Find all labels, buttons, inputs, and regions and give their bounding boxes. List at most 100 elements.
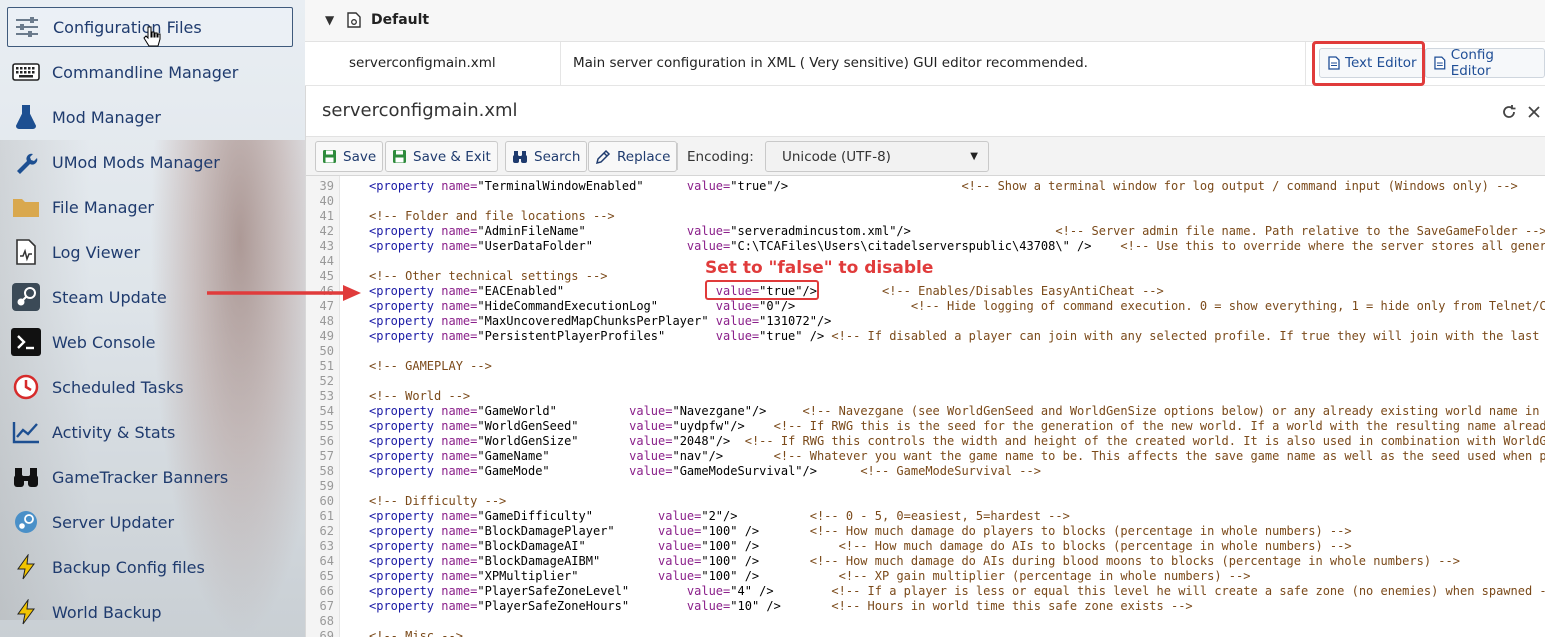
- code-line: <property name="GameName" value="nav"/> …: [369, 449, 1545, 463]
- column-divider: [560, 42, 561, 86]
- save-button[interactable]: Save: [315, 141, 384, 172]
- sidebar-item-label: Activity & Stats: [52, 422, 176, 442]
- line-number: 65: [319, 569, 334, 583]
- binoculars-icon: [513, 150, 527, 163]
- sidebar-item-umod-mods-manager[interactable]: UMod Mods Manager: [7, 142, 293, 182]
- code-line: <property name="PersistentPlayerProfiles…: [369, 329, 1540, 343]
- lightning-icon: [11, 553, 41, 581]
- line-number: 69: [319, 629, 334, 637]
- file-name: serverconfigmain.xml: [349, 55, 496, 71]
- annotation-note: Set to "false" to disable: [702, 258, 937, 278]
- line-number: 67: [319, 599, 334, 613]
- sidebar-item-label: Web Console: [52, 332, 156, 352]
- sidebar-item-label: GameTracker Banners: [52, 467, 229, 487]
- sidebar-item-label: File Manager: [52, 197, 154, 217]
- sidebar-item-label: UMod Mods Manager: [52, 152, 220, 172]
- config-group-header[interactable]: ▼ Default: [305, 0, 1545, 42]
- code-line: <property name="BlockDamageAI" value="10…: [369, 539, 1352, 553]
- line-number-gutter: 39 40 41 42 43 44 45 46 47 48 49 50 51 52 53 54 55 56 57 58…: [306, 176, 340, 637]
- encoding-select[interactable]: Unicode (UTF-8) ▼: [765, 141, 989, 172]
- code-line: <!-- World -->: [369, 389, 471, 403]
- floppy-icon: [393, 150, 406, 163]
- line-number: 55: [319, 419, 334, 433]
- sidebar-item-commandline-manager[interactable]: Commandline Manager: [7, 52, 293, 92]
- hand-cursor-icon: [143, 26, 161, 47]
- line-number: 54: [319, 404, 334, 418]
- sidebar-item-gametracker-banners[interactable]: GameTracker Banners: [7, 457, 293, 497]
- search-label: Search: [534, 148, 581, 165]
- clock-icon: [11, 373, 41, 401]
- replace-label: Replace: [617, 148, 671, 165]
- floppy-icon: [323, 150, 336, 163]
- lightning-icon: [11, 598, 41, 626]
- sidebar-item-mod-manager[interactable]: Mod Manager: [7, 97, 293, 137]
- code-line: <property name="MaxUncoveredMapChunksPer…: [369, 314, 832, 328]
- sidebar-item-label: Configuration Files: [53, 17, 202, 37]
- sidebar-item-world-backup[interactable]: World Backup: [7, 592, 293, 632]
- line-number: 44: [319, 254, 334, 268]
- line-number: 66: [319, 584, 334, 598]
- save-exit-button[interactable]: Save & Exit: [385, 141, 498, 172]
- sidebar-item-file-manager[interactable]: File Manager: [7, 187, 293, 227]
- column-divider: [1305, 42, 1306, 86]
- code-line: <property name="BlockDamagePlayer" value…: [369, 524, 1352, 538]
- refresh-icon[interactable]: [1501, 104, 1517, 120]
- sidebar-item-log-viewer[interactable]: Log Viewer: [7, 232, 293, 272]
- sidebar-item-activity-stats[interactable]: Activity & Stats: [7, 412, 293, 452]
- save-exit-label: Save & Exit: [413, 148, 491, 165]
- code-line: <property name="UserDataFolder" value="C…: [369, 239, 1545, 253]
- sidebar-item-web-console[interactable]: Web Console: [7, 322, 293, 362]
- line-number: 43: [319, 239, 334, 253]
- line-number: 51: [319, 359, 334, 373]
- code-line: <property name="WorldGenSize" value="204…: [369, 434, 1545, 448]
- sidebar-item-backup-config-files[interactable]: Backup Config files: [7, 547, 293, 587]
- steam-icon: [11, 283, 41, 311]
- close-icon[interactable]: [1527, 104, 1541, 120]
- replace-pencil-icon: [595, 149, 611, 164]
- sidebar-item-scheduled-tasks[interactable]: Scheduled Tasks: [7, 367, 293, 407]
- line-number: 64: [319, 554, 334, 568]
- search-button[interactable]: Search: [505, 141, 588, 172]
- line-number: 52: [319, 374, 334, 388]
- toolbar-separator: [677, 143, 678, 170]
- line-number: 59: [319, 479, 334, 493]
- editor-title: serverconfigmain.xml: [322, 100, 518, 121]
- binoculars-icon: [11, 463, 41, 491]
- terminal-icon: [11, 328, 41, 356]
- sidebar: Configuration Files Commandline Manager …: [0, 0, 305, 637]
- collapse-triangle-icon[interactable]: ▼: [325, 13, 334, 27]
- keyboard-icon: [11, 58, 41, 86]
- config-file-icon: [347, 12, 361, 32]
- code-line: <property name="AdminFileName" value="se…: [369, 224, 1545, 238]
- code-line: <!-- GAMEPLAY -->: [369, 359, 492, 373]
- line-number: 60: [319, 494, 334, 508]
- line-number: 42: [319, 224, 334, 238]
- code-line: <property name="GameWorld" value="Navezg…: [369, 404, 1540, 418]
- sidebar-item-label: Scheduled Tasks: [52, 377, 184, 397]
- wrench-icon: [11, 148, 41, 176]
- line-number: 63: [319, 539, 334, 553]
- config-editor-button[interactable]: Config Editor: [1425, 47, 1545, 79]
- line-number: 50: [319, 344, 334, 358]
- code-line: <property name="GameDifficulty" value="2…: [369, 509, 1070, 523]
- code-line: <!-- Difficulty -->: [369, 494, 507, 508]
- save-label: Save: [343, 148, 377, 165]
- code-line: <!-- Misc -->: [369, 629, 463, 637]
- line-number: 49: [319, 329, 334, 343]
- sidebar-item-server-updater[interactable]: Server Updater: [7, 502, 293, 542]
- flask-icon: [11, 103, 41, 131]
- line-number: 45: [319, 269, 334, 283]
- sidebar-item-label: Commandline Manager: [52, 62, 239, 82]
- config-group-title: Default: [371, 12, 430, 28]
- code-line: <property name="WorldGenSeed" value="uyd…: [369, 419, 1545, 433]
- folder-icon: [11, 193, 41, 221]
- line-number: 68: [319, 614, 334, 628]
- code-line: <!-- Other technical settings -->: [369, 269, 608, 283]
- code-line: <property name="TerminalWindowEnabled" v…: [369, 179, 1518, 193]
- line-number: 39: [319, 179, 334, 193]
- replace-button[interactable]: Replace: [588, 141, 678, 172]
- code-line: <!-- Folder and file locations -->: [369, 209, 615, 223]
- code-area[interactable]: 39 40 41 42 43 44 45 46 47 48 49 50 51 52 53 54 55 56 57 58…: [306, 176, 1545, 637]
- line-number: 40: [319, 194, 334, 208]
- editor-toolbar: Save Save & Exit Search Replace Encoding…: [306, 136, 1545, 176]
